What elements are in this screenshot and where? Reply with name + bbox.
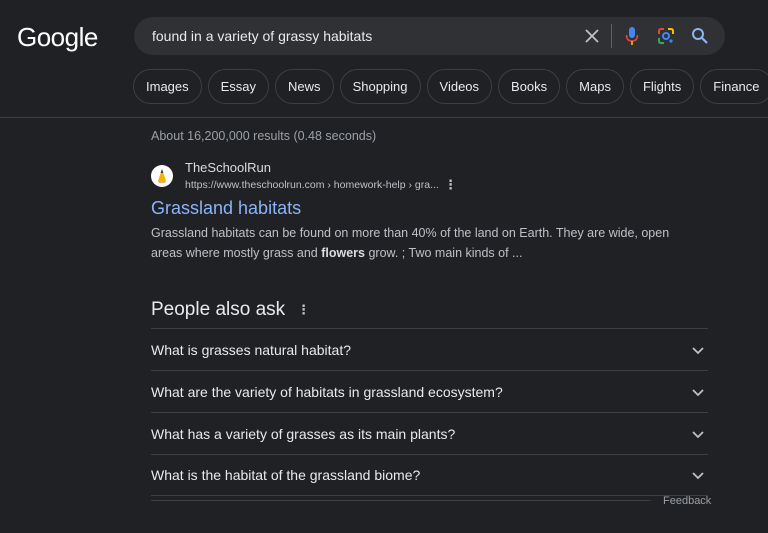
google-logo[interactable]: Google	[17, 22, 98, 53]
tab-news[interactable]: News	[275, 69, 334, 104]
tab-maps[interactable]: Maps	[566, 69, 624, 104]
paa-question[interactable]: What has a variety of grasses as its mai…	[151, 412, 708, 454]
pencil-favicon-icon[interactable]	[151, 165, 173, 187]
result-title-link[interactable]: Grassland habitats	[151, 198, 301, 219]
microphone-icon[interactable]	[622, 26, 642, 46]
people-also-ask-list: What is grasses natural habitat? What ar…	[151, 328, 708, 496]
header-divider	[0, 117, 768, 118]
search-tabs: Images Essay News Shopping Videos Books …	[133, 69, 768, 105]
tab-essay[interactable]: Essay	[207, 69, 270, 104]
tab-images[interactable]: Images	[133, 69, 202, 104]
tab-finance[interactable]: Finance	[700, 69, 768, 104]
snippet-highlight: flowers	[321, 246, 365, 260]
chevron-down-icon	[692, 472, 704, 480]
paa-more-options-icon[interactable]: ⋮	[297, 302, 310, 318]
chevron-down-icon	[692, 346, 704, 354]
chevron-down-icon	[692, 430, 704, 438]
result-snippet: Grassland habitats can be found on more …	[151, 223, 671, 263]
paa-question-text: What are the variety of habitats in gras…	[151, 383, 503, 400]
feedback-link[interactable]: Feedback	[663, 495, 711, 507]
search-box[interactable]: found in a variety of grassy habitats	[134, 17, 725, 55]
search-icon[interactable]	[690, 26, 710, 46]
paa-question-text: What is grasses natural habitat?	[151, 341, 351, 358]
tab-videos[interactable]: Videos	[426, 69, 493, 104]
tab-flights[interactable]: Flights	[629, 69, 695, 104]
paa-question[interactable]: What are the variety of habitats in gras…	[151, 370, 708, 412]
result-site-name[interactable]: TheSchoolRun	[185, 160, 271, 175]
paa-question[interactable]: What is the habitat of the grassland bio…	[151, 454, 708, 496]
feedback-divider	[151, 500, 651, 501]
lens-icon[interactable]	[656, 26, 676, 46]
result-stats: About 16,200,000 results (0.48 seconds)	[151, 129, 377, 143]
paa-question-text: What is the habitat of the grassland bio…	[151, 467, 421, 483]
search-divider	[611, 24, 612, 48]
tab-books[interactable]: Books	[498, 69, 561, 104]
paa-question-text: What has a variety of grasses as its mai…	[151, 425, 456, 442]
result-url[interactable]: https://www.theschoolrun.com › homework-…	[185, 179, 439, 191]
tab-shopping[interactable]: Shopping	[339, 69, 421, 104]
chevron-down-icon	[692, 388, 704, 396]
result-more-options-icon[interactable]: ⋮	[444, 177, 457, 193]
people-also-ask-title: People also ask	[151, 299, 286, 320]
clear-icon[interactable]	[582, 26, 602, 46]
paa-question[interactable]: What is grasses natural habitat?	[151, 328, 708, 370]
snippet-text-end: grow. ; Two main kinds of ...	[364, 246, 523, 260]
search-input[interactable]: found in a variety of grassy habitats	[152, 28, 372, 44]
